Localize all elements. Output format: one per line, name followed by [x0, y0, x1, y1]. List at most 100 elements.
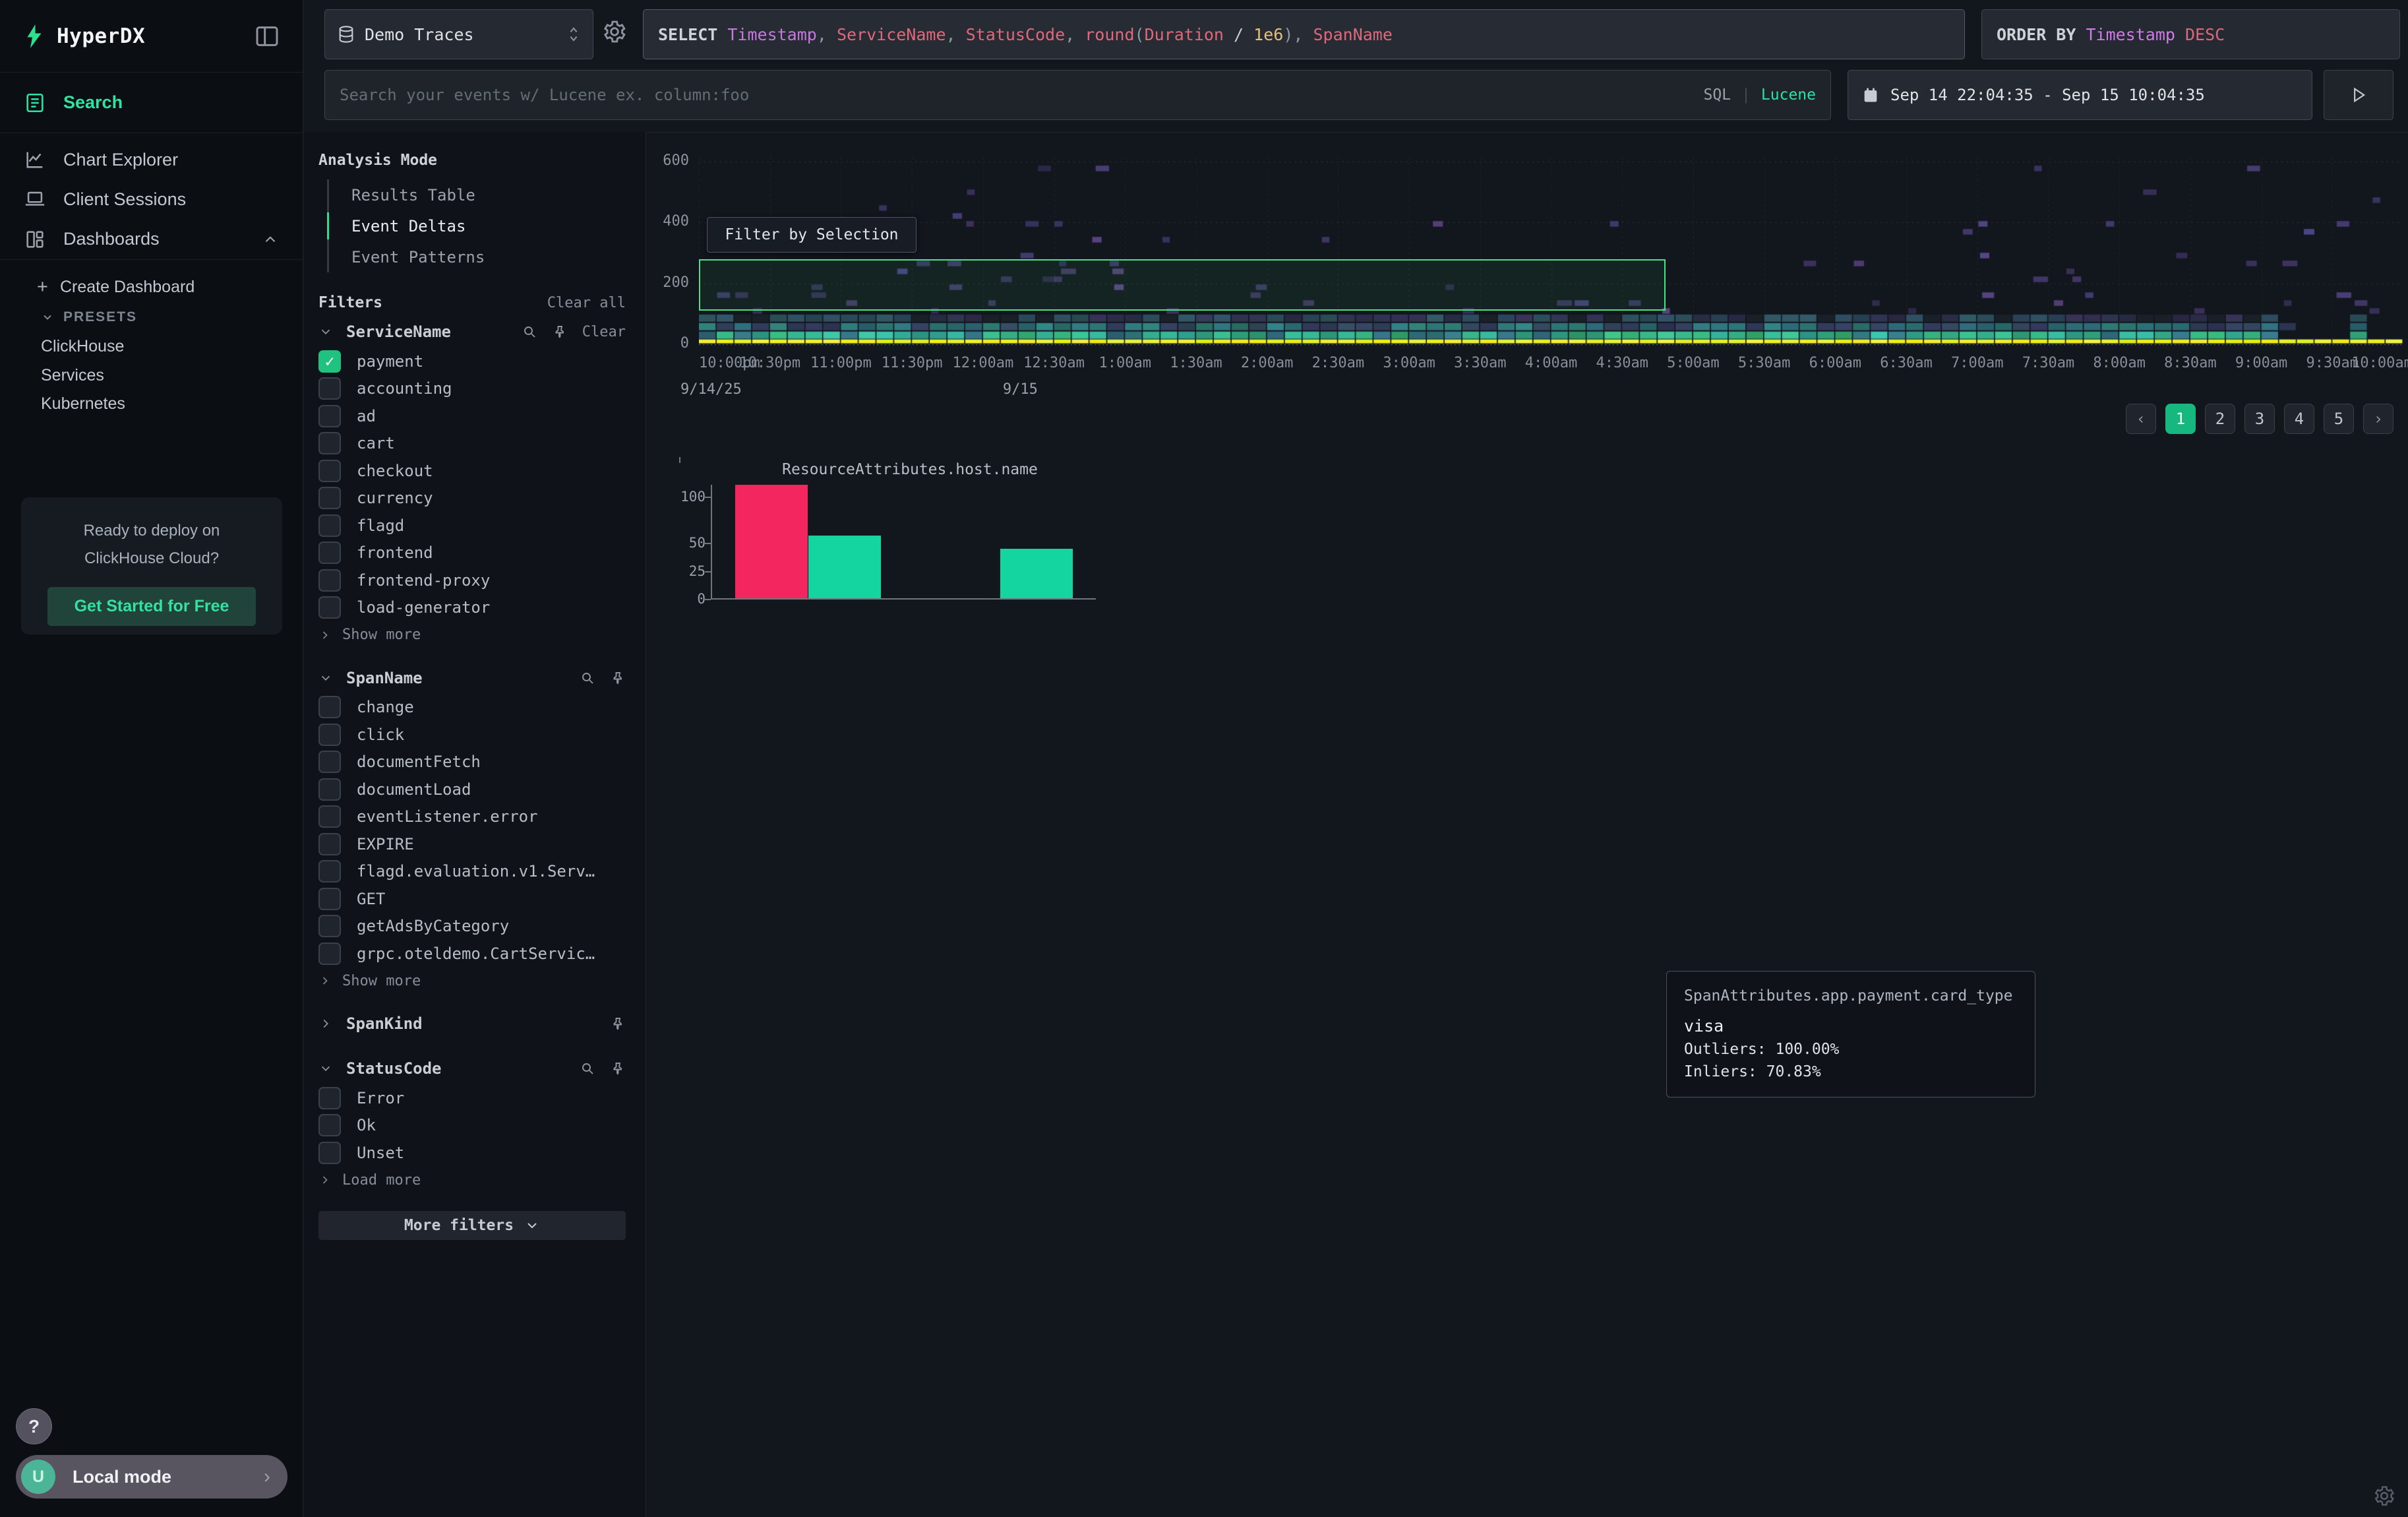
filter-option-ok[interactable]: Ok: [318, 1112, 626, 1140]
collapse-sidebar-icon[interactable]: [254, 23, 280, 49]
filter-option-error[interactable]: Error: [318, 1084, 626, 1112]
chart-plot[interactable]: [711, 485, 1096, 600]
checkbox[interactable]: [318, 1087, 341, 1109]
heatmap-selection-box[interactable]: [699, 259, 1666, 311]
filter-by-selection-button[interactable]: Filter by Selection: [707, 217, 917, 253]
pagination-page-1[interactable]: 1: [2165, 404, 2196, 434]
checkbox[interactable]: [318, 751, 341, 773]
filter-option-flagd-evaluation-v1-serv-[interactable]: flagd.evaluation.v1.Serv…: [318, 858, 626, 886]
filter-option-checkout[interactable]: checkout: [318, 457, 626, 485]
checkbox[interactable]: [318, 460, 341, 482]
checkbox[interactable]: [318, 805, 341, 828]
bar-outliers[interactable]: [735, 485, 808, 598]
time-range-picker[interactable]: Sep 14 22:04:35 - Sep 15 10:04:35: [1848, 70, 2312, 120]
run-query-button[interactable]: [2324, 70, 2393, 120]
events-heatmap[interactable]: Filter by Selection: [699, 148, 2403, 350]
filter-option-get[interactable]: GET: [318, 885, 626, 913]
analysis-mode-event-deltas[interactable]: Event Deltas: [329, 210, 626, 241]
filter-option-load-generator[interactable]: load-generator: [318, 594, 626, 622]
search-icon[interactable]: [522, 324, 537, 340]
search-icon[interactable]: [580, 1061, 595, 1076]
bar-inliers[interactable]: [808, 536, 882, 598]
chevron-down-icon[interactable]: [318, 671, 333, 685]
gear-icon[interactable]: [601, 18, 628, 45]
search-icon[interactable]: [580, 670, 595, 686]
chevron-right-icon[interactable]: [318, 1016, 333, 1031]
filter-option-unset[interactable]: Unset: [318, 1139, 626, 1167]
filter-option-frontend-proxy[interactable]: frontend-proxy: [318, 567, 626, 594]
filter-option-documentfetch[interactable]: documentFetch: [318, 749, 626, 776]
clear-all-button[interactable]: Clear all: [547, 295, 626, 311]
pagination-prev[interactable]: ‹: [2126, 404, 2156, 434]
sql-select-input[interactable]: SELECT Timestamp, ServiceName, StatusCod…: [643, 9, 1965, 59]
checkbox[interactable]: [318, 888, 341, 910]
sidebar-item-services[interactable]: Services: [0, 361, 303, 390]
settings-gear-icon[interactable]: [2372, 1484, 2396, 1508]
show-more-button[interactable]: Show more: [318, 968, 626, 995]
checkbox[interactable]: [318, 1114, 341, 1136]
checkbox[interactable]: [318, 405, 341, 427]
pin-icon[interactable]: [610, 1016, 626, 1032]
chevron-up-icon[interactable]: [262, 231, 279, 248]
sidebar-item-client-sessions[interactable]: Client Sessions: [0, 179, 303, 219]
pin-icon[interactable]: [610, 670, 626, 686]
sidebar-item-dashboards[interactable]: Dashboards: [0, 219, 303, 260]
pagination-next[interactable]: ›: [2363, 404, 2393, 434]
checkbox[interactable]: [318, 833, 341, 855]
checkbox[interactable]: [318, 569, 341, 592]
sidebar-item-search[interactable]: Search: [0, 73, 303, 133]
filter-option-eventlistener-error[interactable]: eventListener.error: [318, 803, 626, 831]
filter-option-flagd[interactable]: flagd: [318, 512, 626, 540]
checkbox[interactable]: [318, 432, 341, 454]
local-mode-button[interactable]: U Local mode ›: [16, 1455, 287, 1499]
filter-option-click[interactable]: click: [318, 721, 626, 749]
pin-icon[interactable]: [610, 1061, 626, 1076]
create-dashboard-button[interactable]: + Create Dashboard: [0, 270, 303, 303]
checkbox[interactable]: [318, 860, 341, 882]
presets-toggle[interactable]: PRESETS: [0, 303, 303, 331]
pin-icon[interactable]: [552, 324, 568, 340]
show-more-button[interactable]: Load more: [318, 1167, 626, 1194]
sidebar-item-chart-explorer[interactable]: Chart Explorer: [0, 140, 303, 179]
filter-option-currency[interactable]: currency: [318, 485, 626, 512]
checkbox[interactable]: [318, 542, 341, 564]
checkbox[interactable]: [318, 724, 341, 746]
filter-option-payment[interactable]: ✓payment: [318, 348, 626, 375]
analysis-mode-results-table[interactable]: Results Table: [329, 179, 626, 210]
pagination-page-5[interactable]: 5: [2324, 404, 2354, 434]
filter-option-accounting[interactable]: accounting: [318, 375, 626, 403]
heatmap-canvas[interactable]: [699, 148, 2403, 350]
pagination-page-3[interactable]: 3: [2244, 404, 2275, 434]
pagination-page-4[interactable]: 4: [2284, 404, 2314, 434]
help-button[interactable]: ?: [16, 1408, 52, 1444]
filter-option-expire[interactable]: EXPIRE: [318, 830, 626, 858]
show-more-button[interactable]: Show more: [318, 621, 626, 649]
checkbox[interactable]: [318, 1142, 341, 1164]
checkbox[interactable]: [318, 778, 341, 801]
checkbox[interactable]: [318, 377, 341, 400]
checkbox[interactable]: [318, 696, 341, 718]
filter-option-grpc-oteldemo-cartservic-[interactable]: grpc.oteldemo.CartServic…: [318, 940, 626, 968]
pagination-page-2[interactable]: 2: [2205, 404, 2235, 434]
chevron-down-icon[interactable]: [318, 1061, 333, 1076]
sidebar-item-clickhouse[interactable]: ClickHouse: [0, 331, 303, 361]
search-input[interactable]: [340, 86, 1704, 104]
chevron-down-icon[interactable]: [318, 325, 333, 339]
more-filters-button[interactable]: More filters: [318, 1211, 626, 1240]
checkbox[interactable]: [318, 915, 341, 937]
filter-option-cart[interactable]: cart: [318, 430, 626, 458]
checkbox[interactable]: [318, 943, 341, 965]
get-started-button[interactable]: Get Started for Free: [47, 587, 256, 626]
filter-option-change[interactable]: change: [318, 694, 626, 722]
checkbox[interactable]: [318, 514, 341, 537]
clear-section-button[interactable]: Clear: [582, 324, 626, 340]
mode-sql-toggle[interactable]: SQL: [1704, 86, 1731, 104]
bar-inliers[interactable]: [1000, 549, 1073, 598]
source-selector[interactable]: Demo Traces: [324, 9, 593, 59]
order-by-input[interactable]: ORDER BY Timestamp DESC: [1981, 9, 2400, 59]
analysis-mode-event-patterns[interactable]: Event Patterns: [329, 241, 626, 272]
checkbox[interactable]: [318, 596, 341, 619]
filter-option-ad[interactable]: ad: [318, 402, 626, 430]
checkbox[interactable]: [318, 487, 341, 509]
filter-option-documentload[interactable]: documentLoad: [318, 776, 626, 803]
